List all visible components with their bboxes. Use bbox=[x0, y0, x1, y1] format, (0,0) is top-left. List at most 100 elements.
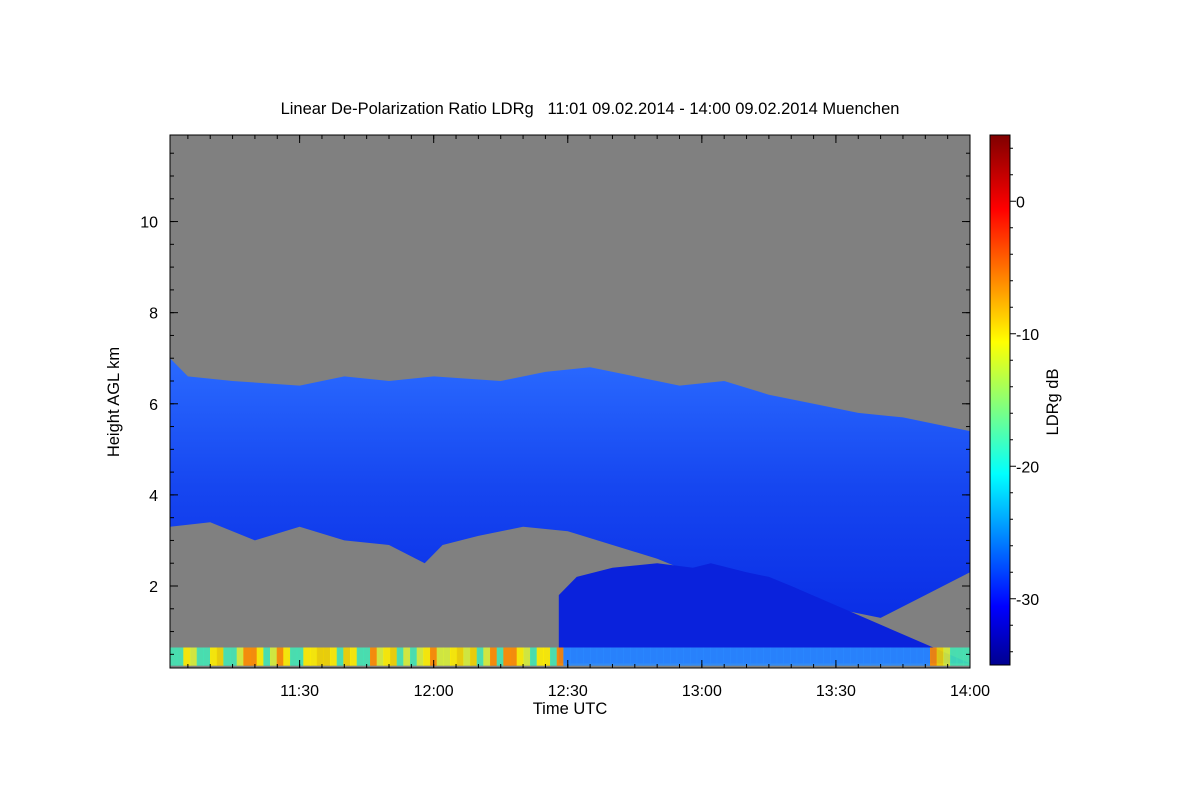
near-ground-cell bbox=[436, 647, 444, 666]
near-ground-cell bbox=[703, 647, 711, 666]
near-ground-cell bbox=[250, 647, 258, 666]
near-ground-cell bbox=[463, 647, 471, 666]
near-ground-cell bbox=[850, 647, 858, 666]
near-ground-cell bbox=[510, 647, 518, 666]
x-tick-label: 13:00 bbox=[682, 683, 722, 700]
near-ground-cell bbox=[796, 647, 804, 666]
x-tick-label: 14:00 bbox=[950, 683, 990, 700]
near-ground-cell bbox=[450, 647, 458, 666]
near-ground-cell bbox=[410, 647, 418, 666]
y-axis-label: Height AGL km bbox=[105, 347, 123, 457]
near-ground-cell bbox=[810, 647, 818, 666]
near-ground-cell bbox=[263, 647, 271, 666]
near-ground-cell bbox=[343, 647, 351, 666]
y-tick-label: 2 bbox=[149, 579, 158, 596]
y-tick-label: 8 bbox=[149, 306, 158, 323]
near-ground-cell bbox=[716, 647, 724, 666]
near-ground-cell bbox=[656, 647, 664, 666]
near-ground-cell bbox=[816, 647, 824, 666]
near-ground-cell bbox=[770, 647, 778, 666]
near-ground-cell bbox=[843, 647, 851, 666]
near-ground-cell bbox=[296, 647, 304, 666]
near-ground-cell bbox=[643, 647, 651, 666]
near-ground-cell bbox=[203, 647, 211, 666]
near-ground-cell bbox=[416, 647, 424, 666]
near-ground-cell bbox=[570, 647, 578, 666]
near-ground-cell bbox=[803, 647, 811, 666]
near-ground-cell bbox=[476, 647, 484, 666]
y-tick-label: 6 bbox=[149, 397, 158, 414]
near-ground-cell bbox=[336, 647, 344, 666]
near-ground-cell bbox=[756, 647, 764, 666]
x-tick-label: 12:00 bbox=[414, 683, 454, 700]
near-ground-cell bbox=[876, 647, 884, 666]
near-ground-cell bbox=[270, 647, 278, 666]
near-ground-cell bbox=[290, 647, 298, 666]
near-ground-cell bbox=[650, 647, 658, 666]
x-tick-label: 12:30 bbox=[548, 683, 588, 700]
near-ground-cell bbox=[550, 647, 558, 666]
near-ground-cell bbox=[536, 647, 544, 666]
near-ground-cell bbox=[170, 647, 178, 666]
near-ground-cell bbox=[456, 647, 464, 666]
near-ground-cell bbox=[603, 647, 611, 666]
near-ground-cell bbox=[316, 647, 324, 666]
near-ground-cell bbox=[596, 647, 604, 666]
near-ground-cell bbox=[470, 647, 478, 666]
near-ground-cell bbox=[356, 647, 364, 666]
near-ground-cell bbox=[236, 647, 244, 666]
near-ground-cell bbox=[183, 647, 191, 666]
near-ground-cell bbox=[930, 647, 938, 666]
near-ground-cell bbox=[683, 647, 691, 666]
near-ground-cell bbox=[583, 647, 591, 666]
near-ground-cell bbox=[230, 647, 238, 666]
near-ground-cell bbox=[530, 647, 538, 666]
x-axis-label: Time UTC bbox=[533, 700, 608, 718]
colorbar bbox=[989, 134, 1011, 666]
near-ground-cell bbox=[503, 647, 511, 666]
near-ground-cell bbox=[690, 647, 698, 666]
near-ground-cell bbox=[390, 647, 398, 666]
near-ground-cell bbox=[663, 647, 671, 666]
near-ground-cell bbox=[556, 647, 564, 666]
near-ground-cell bbox=[743, 647, 751, 666]
near-ground-cell bbox=[443, 647, 451, 666]
near-ground-cell bbox=[350, 647, 358, 666]
near-ground-cell bbox=[903, 647, 911, 666]
near-ground-cell bbox=[730, 647, 738, 666]
near-ground-cell bbox=[870, 647, 878, 666]
near-ground-cell bbox=[636, 647, 644, 666]
near-ground-cell bbox=[823, 647, 831, 666]
near-ground-cell bbox=[210, 647, 218, 666]
near-ground-cell bbox=[490, 647, 498, 666]
colorbar-label: LDRg dB bbox=[1044, 369, 1062, 436]
colorbar-tick-label: -20 bbox=[1016, 459, 1039, 476]
near-ground-cell bbox=[836, 647, 844, 666]
near-ground-cell bbox=[496, 647, 504, 666]
near-ground-cell bbox=[516, 647, 524, 666]
near-ground-cell bbox=[323, 647, 331, 666]
near-ground-cell bbox=[896, 647, 904, 666]
near-ground-cell bbox=[576, 647, 584, 666]
near-ground-cell bbox=[856, 647, 864, 666]
near-ground-cell bbox=[330, 647, 338, 666]
near-ground-cell bbox=[863, 647, 871, 666]
near-ground-cell bbox=[276, 647, 284, 666]
colorbar-axis: 0 -10 -20 -30 bbox=[1010, 147, 1039, 653]
near-ground-cell bbox=[616, 647, 624, 666]
near-ground-cell bbox=[283, 647, 291, 666]
near-ground-cell bbox=[483, 647, 491, 666]
y-tick-label: 10 bbox=[140, 215, 158, 232]
near-ground-cell bbox=[950, 647, 958, 666]
plot-area bbox=[170, 135, 970, 668]
chart-title: Linear De-Polarization Ratio LDRg 11:01 … bbox=[281, 100, 900, 118]
near-ground-cell bbox=[590, 647, 598, 666]
near-ground-cell bbox=[696, 647, 704, 666]
near-ground-cell bbox=[196, 647, 204, 666]
near-ground-cell bbox=[310, 647, 318, 666]
near-ground-cell bbox=[243, 647, 251, 666]
near-ground-cell bbox=[423, 647, 431, 666]
colorbar-tick-label: 0 bbox=[1016, 194, 1025, 211]
near-ground-cell bbox=[676, 647, 684, 666]
near-ground-cell bbox=[936, 647, 944, 666]
